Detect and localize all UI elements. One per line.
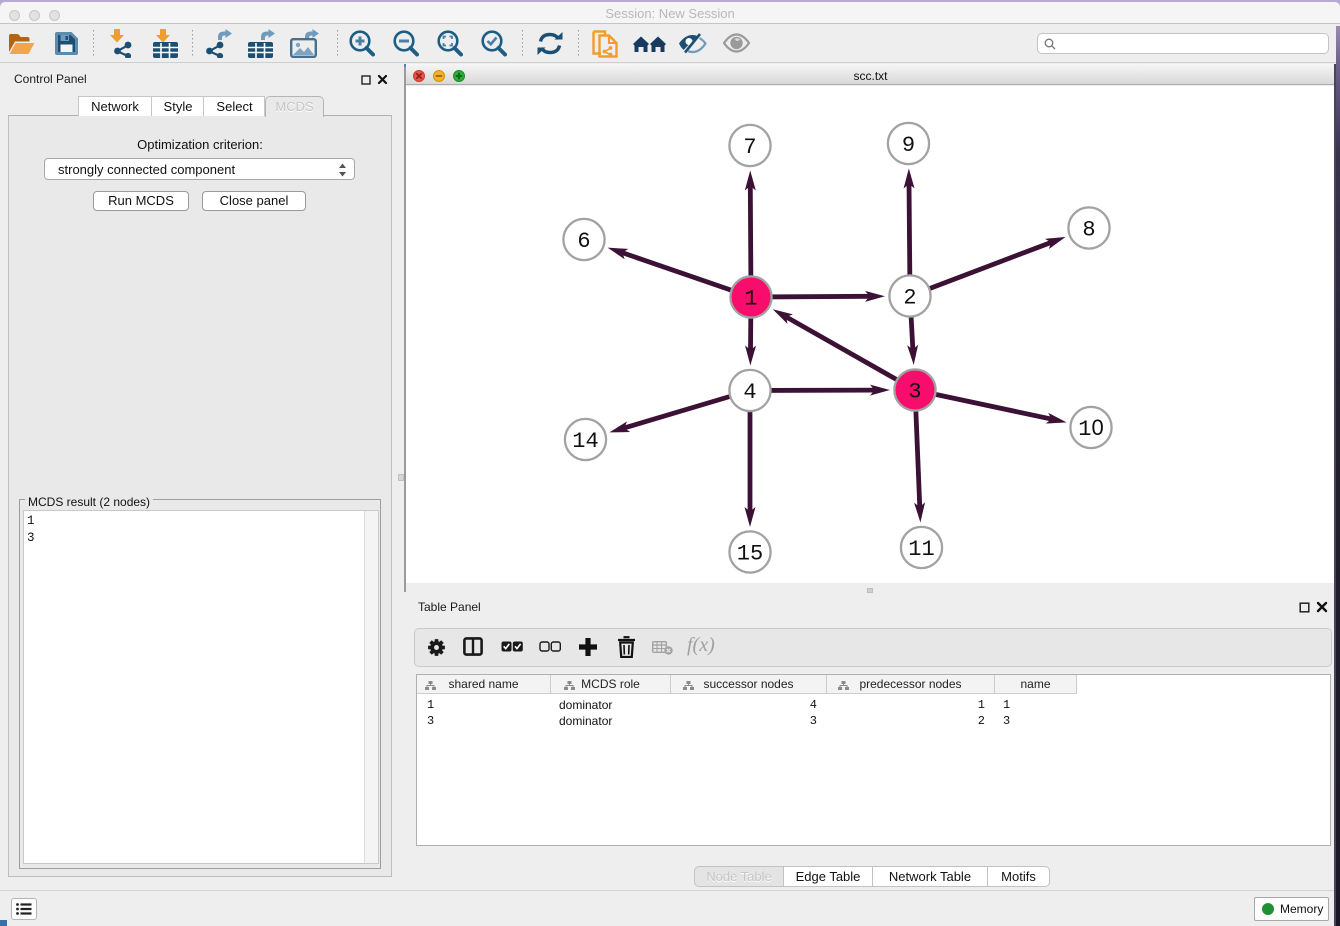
svg-text:15: 15 xyxy=(737,542,763,567)
svg-text:11: 11 xyxy=(908,537,934,562)
svg-text:7: 7 xyxy=(743,135,756,160)
svg-text:9: 9 xyxy=(902,133,915,158)
svg-text:14: 14 xyxy=(572,429,598,454)
svg-text:8: 8 xyxy=(1082,218,1095,243)
svg-text:6: 6 xyxy=(577,229,590,254)
svg-text:3: 3 xyxy=(908,380,921,405)
svg-text:10: 10 xyxy=(1078,415,1103,442)
svg-text:4: 4 xyxy=(743,380,756,405)
svg-text:2: 2 xyxy=(903,286,916,311)
svg-text:1: 1 xyxy=(744,287,757,312)
